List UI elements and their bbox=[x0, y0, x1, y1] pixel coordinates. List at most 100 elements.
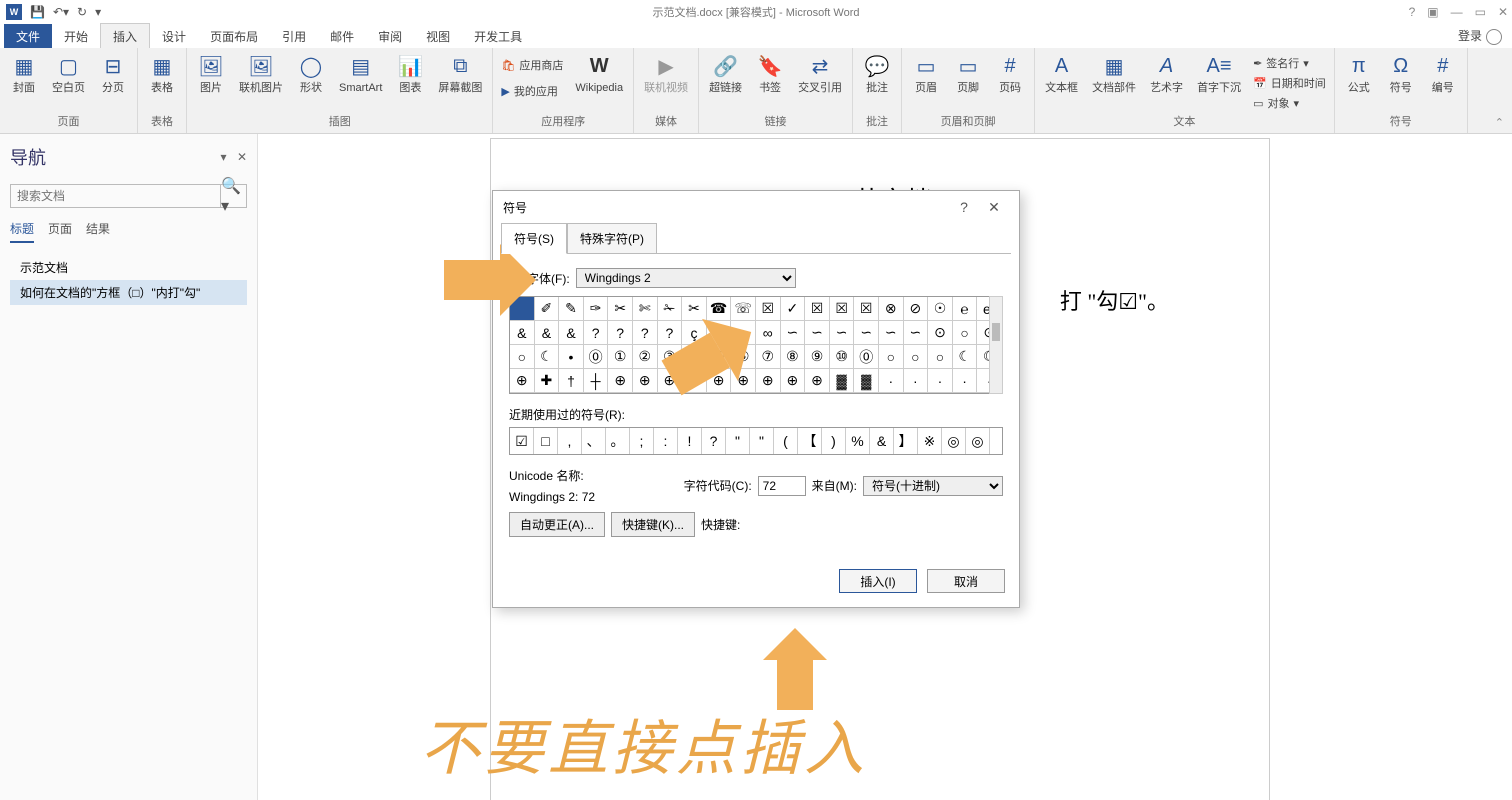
symbol-cell[interactable]: ○ bbox=[928, 345, 953, 369]
cancel-button[interactable]: 取消 bbox=[927, 569, 1005, 593]
recent-symbol-cell[interactable]: 】 bbox=[894, 428, 918, 454]
blank-page-button[interactable]: ▢空白页 bbox=[48, 50, 89, 97]
symbol-cell[interactable]: ☒ bbox=[805, 297, 830, 321]
recent-symbol-cell[interactable]: □ bbox=[534, 428, 558, 454]
nav-item[interactable]: 如何在文档的"方框（□）"内打"勾" bbox=[10, 280, 247, 305]
redo-icon[interactable]: ↻ bbox=[77, 5, 87, 19]
symbol-cell[interactable]: ☉ bbox=[928, 297, 953, 321]
hyperlink-button[interactable]: 🔗超链接 bbox=[705, 50, 746, 97]
recent-symbol-cell[interactable]: , bbox=[558, 428, 582, 454]
dialog-help-icon[interactable]: ? bbox=[949, 199, 979, 215]
recent-symbol-cell[interactable]: " bbox=[750, 428, 774, 454]
recent-symbol-cell[interactable]: % bbox=[846, 428, 870, 454]
symbol-cell[interactable]: · bbox=[928, 369, 953, 393]
symbol-cell[interactable]: ✚ bbox=[535, 369, 560, 393]
object-button[interactable]: ▭对象▾ bbox=[1251, 94, 1328, 112]
symbol-cell[interactable]: • bbox=[559, 345, 584, 369]
symbol-button[interactable]: Ω符号 bbox=[1383, 50, 1419, 97]
recent-symbol-cell[interactable]: " bbox=[726, 428, 750, 454]
smartart-button[interactable]: ▤SmartArt bbox=[335, 50, 386, 97]
recent-symbol-cell[interactable]: 。 bbox=[606, 428, 630, 454]
symbol-cell[interactable]: ⊘ bbox=[904, 297, 929, 321]
recent-symbol-cell[interactable]: ? bbox=[702, 428, 726, 454]
page-number-button[interactable]: #页码 bbox=[992, 50, 1028, 97]
number-button[interactable]: #编号 bbox=[1425, 50, 1461, 97]
scrollbar-thumb[interactable] bbox=[992, 323, 1000, 341]
drop-cap-button[interactable]: A≡首字下沉 bbox=[1193, 50, 1245, 97]
tab-references[interactable]: 引用 bbox=[270, 24, 318, 49]
symbol-cell[interactable]: ⊕ bbox=[781, 369, 806, 393]
nav-search-input[interactable] bbox=[11, 185, 220, 207]
symbol-cell[interactable]: ⊕ bbox=[608, 369, 633, 393]
nav-tab-headings[interactable]: 标题 bbox=[10, 220, 34, 243]
cover-page-button[interactable]: ▦封面 bbox=[6, 50, 42, 97]
my-apps-button[interactable]: ▶我的应用 bbox=[499, 82, 565, 100]
symbol-cell[interactable]: ☾ bbox=[953, 345, 978, 369]
symbol-cell[interactable]: ┼ bbox=[584, 369, 609, 393]
symbol-cell[interactable]: ✑ bbox=[584, 297, 609, 321]
symbol-cell[interactable]: ⑩ bbox=[830, 345, 855, 369]
wordart-button[interactable]: A艺术字 bbox=[1146, 50, 1187, 97]
dialog-close-icon[interactable]: ✕ bbox=[979, 199, 1009, 216]
symbol-cell[interactable]: ? bbox=[584, 321, 609, 345]
symbol-cell[interactable]: ○ bbox=[953, 321, 978, 345]
symbol-cell[interactable]: ? bbox=[658, 321, 683, 345]
search-icon[interactable]: 🔍▾ bbox=[220, 185, 246, 207]
char-code-input[interactable] bbox=[758, 476, 806, 496]
recent-symbol-cell[interactable]: : bbox=[654, 428, 678, 454]
recent-symbol-cell[interactable]: 【 bbox=[798, 428, 822, 454]
nav-tab-pages[interactable]: 页面 bbox=[48, 220, 72, 243]
online-pictures-button[interactable]: 🖼联机图片 bbox=[235, 50, 287, 97]
collapse-ribbon-icon[interactable]: ⌃ bbox=[1495, 116, 1504, 129]
symbol-cell[interactable]: † bbox=[559, 369, 584, 393]
nav-item[interactable]: 示范文档 bbox=[10, 255, 247, 280]
symbol-cell[interactable]: ⑨ bbox=[805, 345, 830, 369]
symbol-cell[interactable]: ✂ bbox=[608, 297, 633, 321]
app-store-button[interactable]: 🛍应用商店 bbox=[499, 56, 565, 74]
recent-symbol-cell[interactable]: ( bbox=[774, 428, 798, 454]
symbol-cell[interactable]: ⊕ bbox=[510, 369, 535, 393]
symbol-cell[interactable]: ☒ bbox=[854, 297, 879, 321]
symbol-cell[interactable]: ☾ bbox=[535, 345, 560, 369]
qat-dropdown-icon[interactable]: ▾ bbox=[95, 5, 101, 19]
dialog-tab-symbols[interactable]: 符号(S) bbox=[501, 223, 567, 254]
nav-dropdown-icon[interactable]: ▾ bbox=[220, 150, 226, 164]
recent-symbol-cell[interactable]: ※ bbox=[918, 428, 942, 454]
recent-symbol-cell[interactable]: & bbox=[870, 428, 894, 454]
quick-parts-button[interactable]: ▦文档部件 bbox=[1088, 50, 1140, 97]
symbol-cell[interactable]: & bbox=[510, 321, 535, 345]
autocorrect-button[interactable]: 自动更正(A)... bbox=[509, 512, 605, 537]
recent-symbol-cell[interactable]: 、 bbox=[582, 428, 606, 454]
symbol-cell[interactable]: · bbox=[953, 369, 978, 393]
grid-scrollbar[interactable] bbox=[989, 296, 1003, 394]
login-link[interactable]: 登录 bbox=[1458, 27, 1502, 45]
symbol-cell[interactable]: ○ bbox=[904, 345, 929, 369]
tab-file[interactable]: 文件 bbox=[4, 24, 52, 49]
nav-tab-results[interactable]: 结果 bbox=[86, 220, 110, 243]
pictures-button[interactable]: 🖼图片 bbox=[193, 50, 229, 97]
tab-insert[interactable]: 插入 bbox=[100, 23, 150, 50]
comment-button[interactable]: 💬批注 bbox=[859, 50, 895, 97]
tab-design[interactable]: 设计 bbox=[150, 24, 198, 49]
symbol-cell[interactable]: ○ bbox=[879, 345, 904, 369]
symbol-cell[interactable]: ✁ bbox=[658, 297, 683, 321]
undo-icon[interactable]: ↶▾ bbox=[53, 5, 69, 19]
symbol-cell[interactable]: ℮ bbox=[953, 297, 978, 321]
shapes-button[interactable]: ◯形状 bbox=[293, 50, 329, 97]
from-select[interactable]: 符号(十进制) bbox=[863, 476, 1003, 496]
online-video-button[interactable]: ▶联机视频 bbox=[640, 50, 692, 97]
symbol-cell[interactable]: ○ bbox=[510, 345, 535, 369]
recent-symbol-cell[interactable]: ; bbox=[630, 428, 654, 454]
symbol-cell[interactable]: ⓪ bbox=[854, 345, 879, 369]
minimize-icon[interactable]: — bbox=[1451, 5, 1463, 19]
symbol-cell[interactable]: ⓪ bbox=[584, 345, 609, 369]
recent-symbol-cell[interactable]: ) bbox=[822, 428, 846, 454]
symbol-cell[interactable]: · bbox=[904, 369, 929, 393]
symbol-cell[interactable]: ▓ bbox=[854, 369, 879, 393]
footer-button[interactable]: ▭页脚 bbox=[950, 50, 986, 97]
cross-reference-button[interactable]: ⇄交叉引用 bbox=[794, 50, 846, 97]
symbol-cell[interactable]: & bbox=[535, 321, 560, 345]
table-button[interactable]: ▦表格 bbox=[144, 50, 180, 97]
date-time-button[interactable]: 📅日期和时间 bbox=[1251, 74, 1328, 92]
tab-mailings[interactable]: 邮件 bbox=[318, 24, 366, 49]
